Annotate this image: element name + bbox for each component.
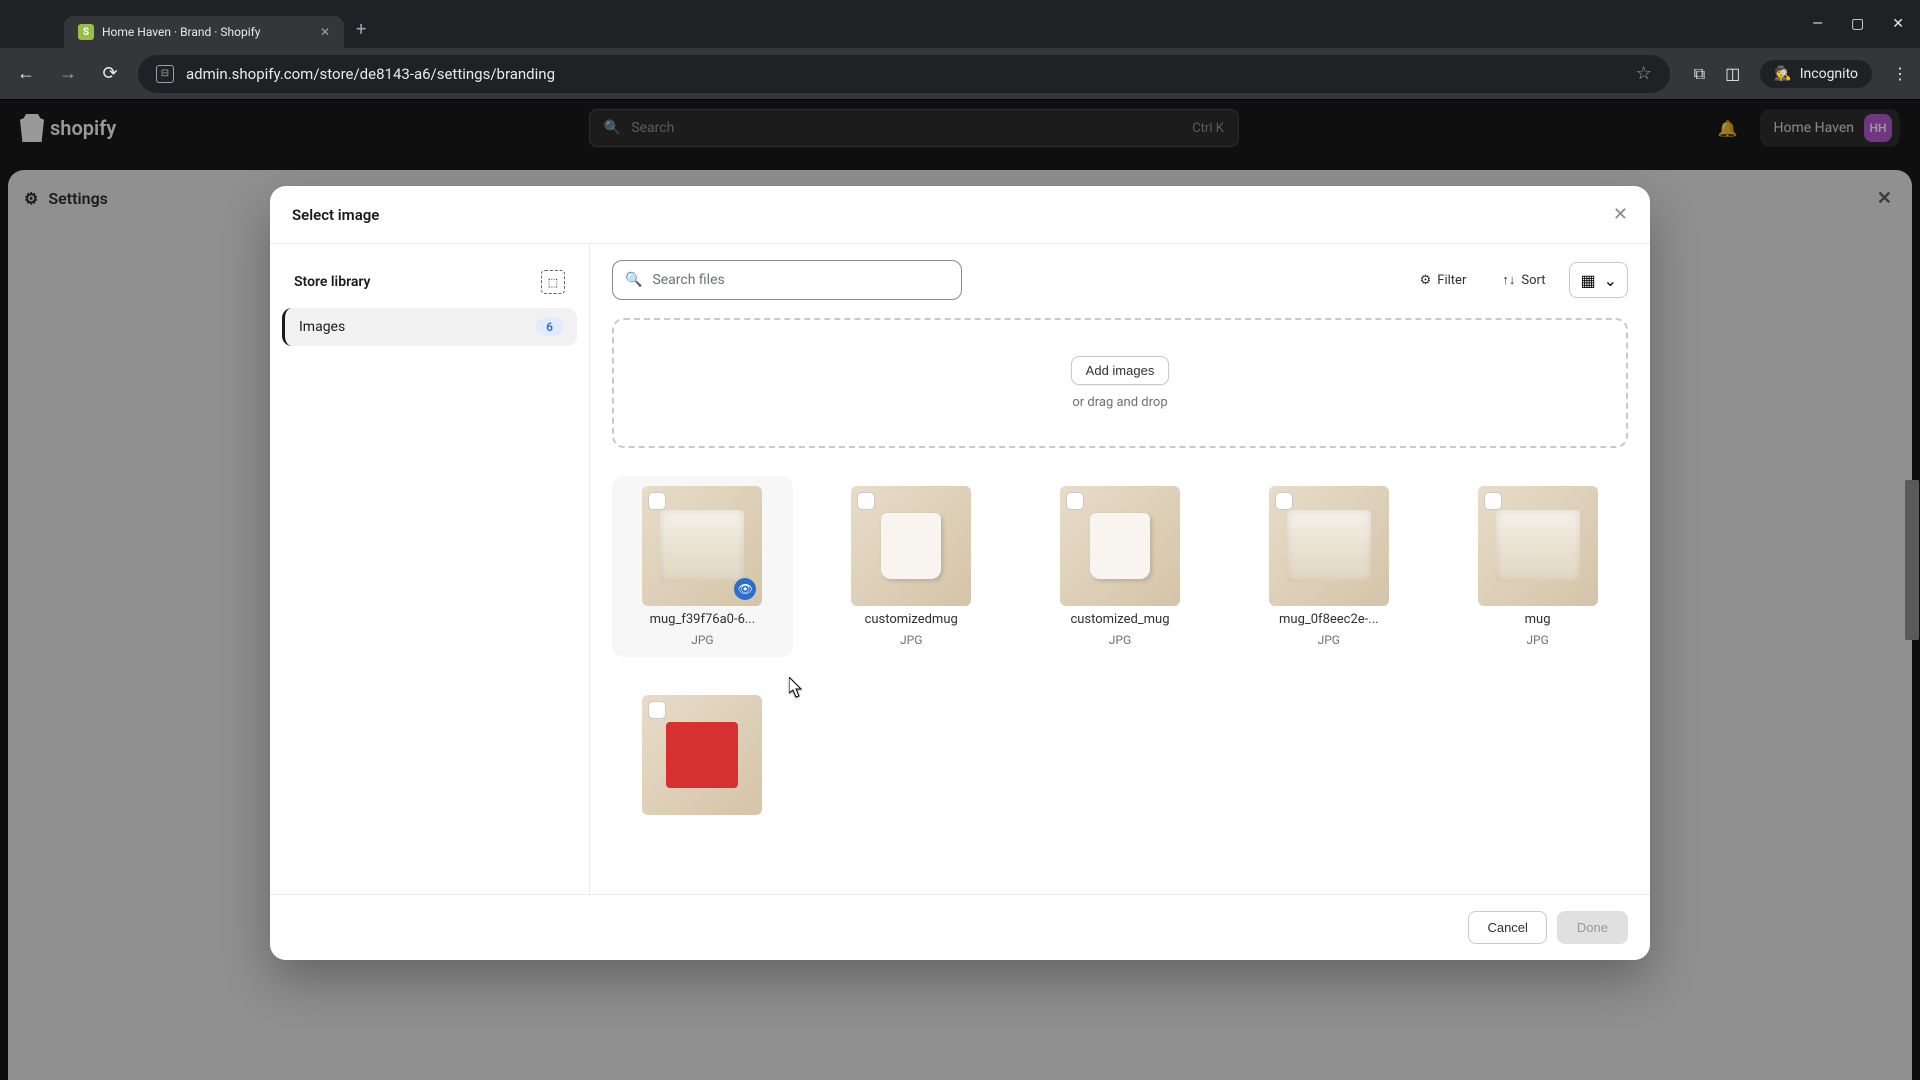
select-image-modal: Select image ✕ Store library ⬚ Images 6 … [270, 186, 1650, 960]
reload-button[interactable]: ⟳ [96, 63, 124, 84]
image-checkbox[interactable] [1484, 492, 1502, 510]
new-tab-button[interactable]: + [356, 19, 366, 40]
image-thumbnail[interactable] [851, 486, 971, 606]
sidebar-item-label: Images [299, 319, 345, 335]
media-sources-icon[interactable]: ⬚ [541, 270, 565, 294]
done-button[interactable]: Done [1557, 911, 1628, 944]
grid-icon: ▦ [1580, 271, 1595, 290]
image-card[interactable]: 👁 mug_f39f76a0-6... JPG [612, 476, 793, 657]
scrollbar-thumb[interactable] [1905, 480, 1919, 640]
image-checkbox[interactable] [1275, 492, 1293, 510]
image-name: customizedmug [865, 612, 958, 627]
thumbnail-image [660, 510, 744, 582]
modal-title: Select image [292, 206, 379, 224]
image-grid: 👁mug_f39f76a0-6...JPGcustomizedmugJPGcus… [612, 476, 1628, 835]
incognito-icon: 🕵 [1774, 66, 1791, 82]
image-type: JPG [1109, 633, 1131, 647]
image-checkbox[interactable] [857, 492, 875, 510]
thumbnail-image [1496, 510, 1580, 582]
browser-titlebar: S Home Haven · Brand · Shopify ✕ + ― ▢ ✕ [0, 0, 1920, 48]
chevron-down-icon: ⌄ [1604, 271, 1617, 290]
window-controls: ― ▢ ✕ [1812, 16, 1904, 32]
image-thumbnail[interactable] [642, 695, 762, 815]
filter-button[interactable]: ⚙ Filter [1408, 262, 1479, 298]
image-checkbox[interactable] [648, 701, 666, 719]
bookmark-icon[interactable]: ☆ [1636, 63, 1652, 84]
image-card[interactable]: customized_mug JPG [1030, 476, 1211, 657]
image-thumbnail[interactable]: 👁 [642, 486, 762, 606]
address-bar: ← → ⟳ ⊟ admin.shopify.com/store/de8143-a… [0, 48, 1920, 100]
library-title: Store library [294, 274, 541, 290]
minimize-button[interactable]: ― [1812, 16, 1823, 32]
cancel-button[interactable]: Cancel [1468, 911, 1546, 944]
browser-tab[interactable]: S Home Haven · Brand · Shopify ✕ [64, 16, 344, 48]
modal-header: Select image ✕ [270, 186, 1650, 244]
preview-icon[interactable]: 👁 [734, 578, 756, 600]
library-sidebar: Store library ⬚ Images 6 [270, 244, 590, 894]
site-settings-icon[interactable]: ⊟ [156, 65, 174, 83]
image-card[interactable] [612, 685, 793, 825]
dropzone-hint: or drag and drop [1072, 395, 1167, 410]
image-card[interactable]: customizedmug JPG [821, 476, 1002, 657]
add-images-button[interactable]: Add images [1071, 356, 1170, 385]
modal-footer: Cancel Done [270, 894, 1650, 960]
modal-close-button[interactable]: ✕ [1613, 204, 1628, 225]
image-name: mug_f39f76a0-6... [650, 612, 756, 627]
sort-button[interactable]: ↑↓ Sort [1490, 262, 1557, 298]
thumbnail-image [666, 722, 738, 788]
tab-close-icon[interactable]: ✕ [320, 25, 330, 39]
extensions-icon[interactable]: ⧉ [1694, 64, 1705, 84]
page-scrollbar[interactable] [1904, 100, 1920, 1080]
back-button[interactable]: ← [12, 63, 40, 84]
dropzone[interactable]: Add images or drag and drop [612, 318, 1628, 448]
image-thumbnail[interactable] [1478, 486, 1598, 606]
url-bar[interactable]: ⊟ admin.shopify.com/store/de8143-a6/sett… [138, 55, 1670, 93]
incognito-indicator[interactable]: 🕵 Incognito [1760, 60, 1872, 88]
tab-title: Home Haven · Brand · Shopify [102, 25, 312, 39]
sort-label: Sort [1521, 273, 1545, 288]
library-main: 🔍 Search files ⚙ Filter ↑↓ Sort ▦ ⌄ [590, 244, 1650, 894]
incognito-label: Incognito [1800, 66, 1858, 82]
side-panel-icon[interactable]: ◫ [1725, 64, 1740, 83]
image-name: mug_0f8eec2e-... [1279, 612, 1379, 627]
search-files-input[interactable]: 🔍 Search files [612, 260, 962, 300]
image-thumbnail[interactable] [1269, 486, 1389, 606]
image-type: JPG [900, 633, 922, 647]
image-checkbox[interactable] [1066, 492, 1084, 510]
thumbnail-image [1287, 510, 1371, 582]
shopify-favicon: S [78, 24, 94, 40]
thumbnail-image [1090, 513, 1150, 579]
library-toolbar: 🔍 Search files ⚙ Filter ↑↓ Sort ▦ ⌄ [612, 260, 1628, 300]
close-window-button[interactable]: ✕ [1892, 16, 1904, 32]
sidebar-item-images[interactable]: Images 6 [282, 308, 577, 346]
maximize-button[interactable]: ▢ [1851, 16, 1864, 32]
image-type: JPG [1526, 633, 1548, 647]
view-toggle[interactable]: ▦ ⌄ [1569, 262, 1628, 298]
forward-button: → [54, 63, 82, 84]
image-name: customized_mug [1070, 612, 1169, 627]
image-checkbox[interactable] [648, 492, 666, 510]
image-thumbnail[interactable] [1060, 486, 1180, 606]
filter-label: Filter [1437, 273, 1466, 288]
filter-icon: ⚙ [1420, 273, 1432, 288]
browser-menu-icon[interactable]: ⋮ [1892, 64, 1908, 83]
image-type: JPG [691, 633, 713, 647]
image-type: JPG [1318, 633, 1340, 647]
sort-icon: ↑↓ [1502, 272, 1515, 288]
image-name: mug [1525, 612, 1551, 627]
url-text: admin.shopify.com/store/de8143-a6/settin… [186, 65, 1624, 83]
search-icon: 🔍 [625, 272, 642, 288]
search-files-placeholder: Search files [652, 272, 724, 288]
image-count-badge: 6 [536, 318, 563, 336]
thumbnail-image [881, 513, 941, 579]
image-card[interactable]: mug_0f8eec2e-... JPG [1238, 476, 1419, 657]
image-card[interactable]: mug JPG [1447, 476, 1628, 657]
